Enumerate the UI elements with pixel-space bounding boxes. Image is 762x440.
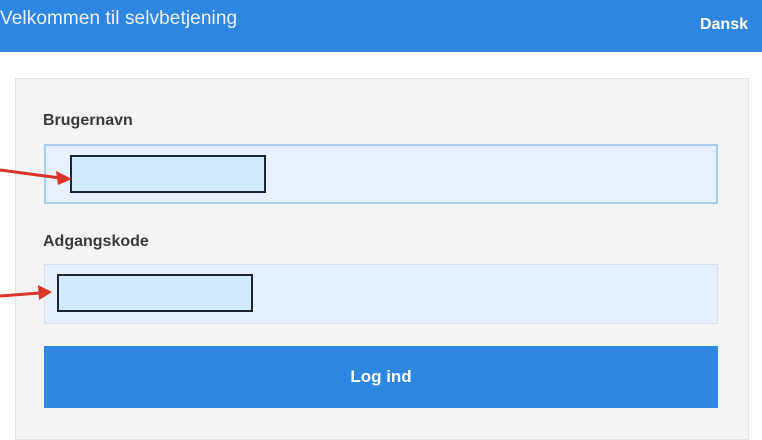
header-bar: Velkommen til selvbetjening Dansk (0, 0, 762, 52)
arrow-icon (0, 168, 72, 185)
username-label: Brugernavn (43, 112, 133, 129)
page-title: Velkommen til selvbetjening (0, 8, 238, 29)
password-label: Adgangskode (43, 233, 149, 250)
login-button[interactable]: Log ind (44, 346, 718, 408)
username-highlight-box (70, 155, 266, 193)
arrow-icon (0, 285, 52, 300)
language-selector[interactable]: Dansk (700, 16, 748, 34)
password-highlight-box (57, 274, 253, 312)
